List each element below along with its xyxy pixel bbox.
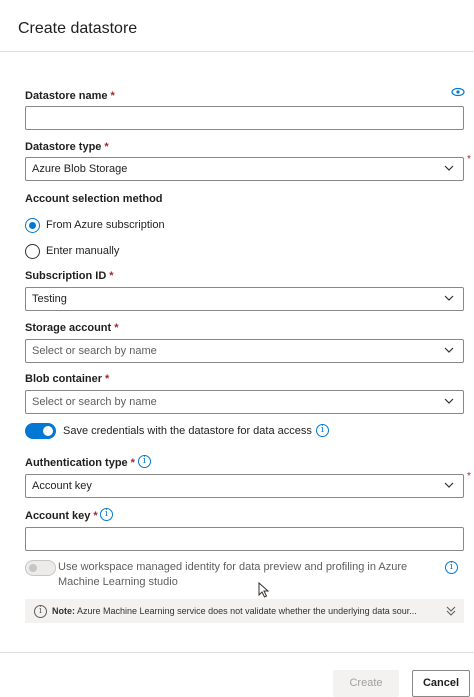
- datastore-type-dropdown[interactable]: Azure Blob Storage: [25, 157, 464, 181]
- chevron-down-icon: [444, 295, 454, 301]
- datastore-type-value: Azure Blob Storage: [32, 163, 128, 175]
- panel-header: Create datastore: [0, 0, 474, 52]
- blob-container-label: Blob container *: [25, 373, 109, 385]
- create-button[interactable]: Create: [333, 670, 399, 697]
- subscription-id-label: Subscription ID *: [25, 270, 114, 282]
- eye-icon[interactable]: [451, 87, 465, 97]
- note-prefix: Note:: [52, 606, 75, 616]
- storage-account-label: Storage account *: [25, 322, 118, 334]
- datastore-name-label: Datastore name *: [25, 90, 115, 102]
- datastore-type-label: Datastore type *: [25, 141, 109, 153]
- blob-container-placeholder: Select or search by name: [32, 396, 157, 408]
- radio-button[interactable]: [25, 243, 40, 259]
- save-credentials-toggle[interactable]: [25, 423, 56, 439]
- account-selection-label: Account selection method: [25, 193, 163, 205]
- required-marker: *: [114, 322, 119, 334]
- radio-label: From Azure subscription: [46, 219, 165, 231]
- subscription-id-value: Testing: [32, 293, 67, 305]
- required-marker: *: [109, 270, 114, 282]
- required-marker-outside: *: [467, 471, 471, 482]
- note-bar: i Note: Azure Machine Learning service d…: [25, 599, 464, 623]
- blob-container-dropdown[interactable]: Select or search by name: [25, 390, 464, 414]
- radio-button-selected[interactable]: [25, 217, 40, 233]
- account-key-label-text: Account key: [25, 510, 91, 522]
- authentication-type-label: Authentication type *: [25, 457, 135, 469]
- note-body: Azure Machine Learning service does not …: [77, 606, 417, 616]
- footer-divider: [0, 652, 474, 653]
- info-icon[interactable]: i: [445, 561, 458, 574]
- required-marker: *: [110, 90, 115, 102]
- datastore-name-label-text: Datastore name: [25, 90, 108, 102]
- authentication-type-dropdown[interactable]: Account key: [25, 474, 464, 498]
- required-marker: *: [130, 457, 135, 469]
- info-icon[interactable]: i: [138, 455, 151, 468]
- page-title: Create datastore: [18, 20, 138, 37]
- chevron-down-icon: [444, 398, 454, 404]
- info-icon: i: [34, 605, 47, 618]
- storage-account-placeholder: Select or search by name: [32, 345, 157, 357]
- required-marker: *: [105, 373, 110, 385]
- storage-account-label-text: Storage account: [25, 322, 112, 334]
- required-marker: *: [93, 510, 98, 522]
- authentication-type-label-text: Authentication type: [25, 457, 128, 469]
- info-icon[interactable]: i: [100, 508, 113, 521]
- subscription-id-dropdown[interactable]: Testing: [25, 287, 464, 311]
- workspace-identity-label-line1: Use workspace managed identity for data …: [58, 561, 408, 573]
- authentication-type-value: Account key: [32, 480, 92, 492]
- datastore-type-label-text: Datastore type: [25, 141, 102, 153]
- radio-from-azure-subscription[interactable]: From Azure subscription: [25, 216, 165, 234]
- blob-container-label-text: Blob container: [25, 373, 103, 385]
- account-key-input[interactable]: [25, 527, 464, 551]
- chevron-down-icon: [444, 482, 454, 488]
- required-marker: *: [104, 141, 109, 153]
- subscription-id-label-text: Subscription ID: [25, 270, 107, 282]
- save-credentials-label: Save credentials with the datastore for …: [63, 425, 312, 437]
- workspace-identity-label-line2: Machine Learning studio: [58, 576, 178, 588]
- radio-enter-manually[interactable]: Enter manually: [25, 242, 119, 260]
- chevron-down-icon: [444, 165, 454, 171]
- chevron-down-icon: [444, 347, 454, 353]
- storage-account-dropdown[interactable]: Select or search by name: [25, 339, 464, 363]
- info-icon[interactable]: i: [316, 424, 329, 437]
- datastore-name-input[interactable]: [25, 106, 464, 130]
- mouse-cursor-icon: [258, 582, 270, 598]
- account-key-label: Account key *: [25, 510, 98, 522]
- cancel-button[interactable]: Cancel: [412, 670, 470, 697]
- required-marker-outside: *: [467, 154, 471, 165]
- radio-label: Enter manually: [46, 245, 120, 257]
- workspace-identity-toggle[interactable]: [25, 560, 56, 576]
- note-text: Note: Azure Machine Learning service doe…: [52, 606, 417, 616]
- double-chevron-down-icon[interactable]: [446, 605, 456, 617]
